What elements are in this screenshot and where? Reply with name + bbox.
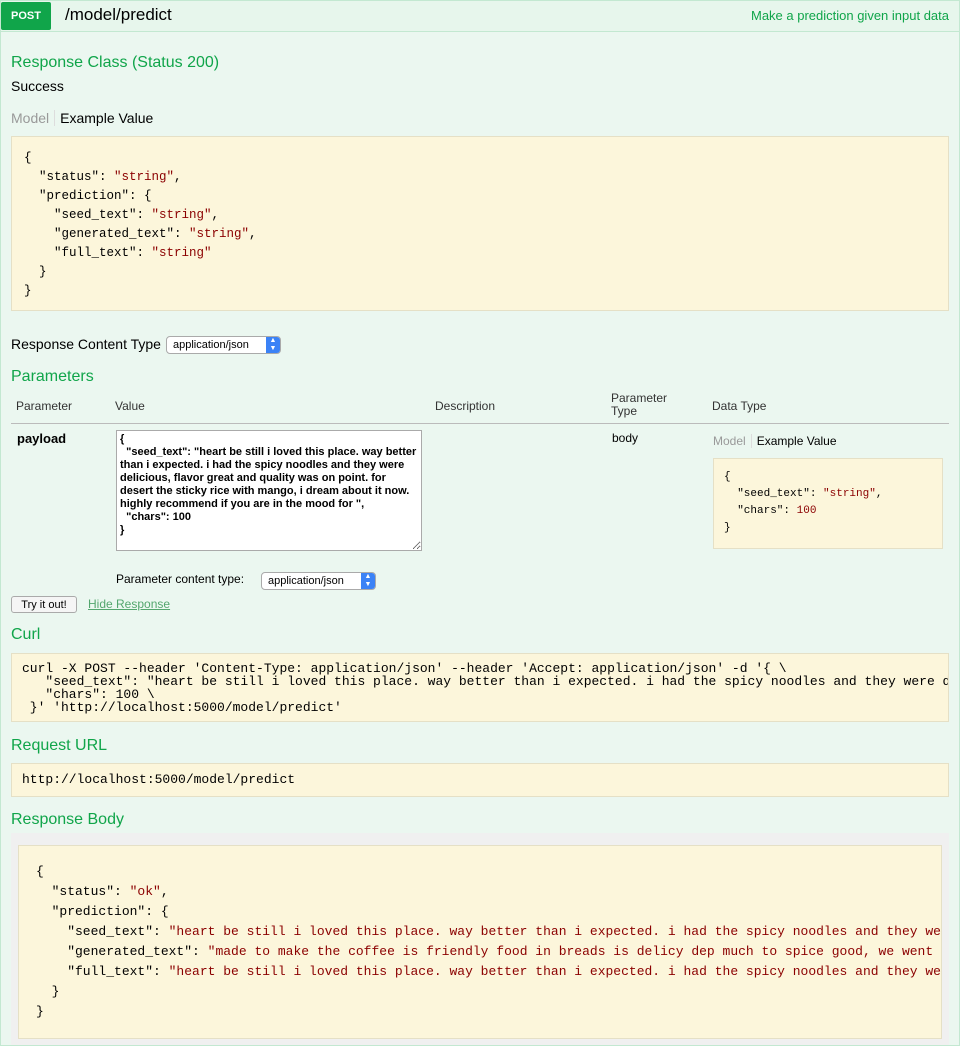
body-line: "generated_text": "made to make the coff…: [36, 944, 934, 959]
example-value-tab[interactable]: Example Value: [55, 110, 153, 126]
schema-line: "generated_text": "string",: [24, 227, 257, 241]
example-line: "chars": 100: [724, 505, 817, 517]
response-schema-example[interactable]: { "status": "string", "prediction": { "s…: [11, 136, 949, 311]
operation-panel: POST /model/predict Make a prediction gi…: [0, 0, 960, 1046]
body-line: "prediction": {: [36, 904, 169, 919]
response-content-type-select[interactable]: application/json ▲ ▼: [166, 336, 281, 354]
model-tab[interactable]: Model: [11, 110, 56, 126]
example-line: {: [724, 471, 731, 483]
full-text-value: "heart be still i loved this place. way …: [168, 964, 941, 979]
column-header-parameter-type: Parameter Type: [611, 391, 668, 418]
body-line: "status": "ok",: [36, 884, 169, 899]
example-line: }: [724, 522, 731, 534]
endpoint-summary[interactable]: Make a prediction given input data: [751, 8, 949, 23]
response-content-type-label: Response Content Type: [11, 336, 161, 352]
response-body-title: Response Body: [11, 811, 124, 828]
param-content-type-select[interactable]: application/json ▲ ▼: [261, 572, 376, 590]
operation-heading[interactable]: POST /model/predict Make a prediction gi…: [1, 1, 959, 32]
curl-title: Curl: [11, 626, 41, 643]
column-header-value: Value: [115, 399, 145, 413]
param-content-type-label: Parameter content type:: [116, 572, 245, 586]
curl-command[interactable]: curl -X POST --header 'Content-Type: app…: [11, 653, 949, 722]
param-example-value-tab[interactable]: Example Value: [752, 434, 837, 448]
hide-response-link[interactable]: Hide Response: [88, 597, 170, 611]
schema-line: "prediction": {: [24, 189, 152, 203]
generated-text-value: "made to make the coffee is friendly foo…: [207, 944, 934, 959]
endpoint-path[interactable]: /model/predict: [65, 5, 172, 25]
schema-line: }: [24, 284, 32, 298]
seed-text-value: "heart be still i loved this place. way …: [168, 924, 941, 939]
body-line: }: [36, 1004, 44, 1019]
param-model-tab[interactable]: Model: [713, 434, 752, 448]
request-url-title: Request URL: [11, 737, 108, 754]
schema-line: {: [24, 151, 32, 165]
example-line: "seed_text": "string",: [724, 488, 883, 500]
selected-value: application/json: [268, 575, 344, 587]
request-url-value[interactable]: http://localhost:5000/model/predict: [11, 763, 949, 797]
column-header-description: Description: [435, 399, 496, 413]
body-line: "full_text": "heart be still i loved thi…: [36, 964, 941, 979]
schema-line: "seed_text": "string",: [24, 208, 220, 222]
column-header-data-type: Data Type: [712, 399, 767, 413]
response-body[interactable]: { "status": "ok", "prediction": { "seed_…: [18, 845, 942, 1039]
table-header-divider: [11, 423, 949, 424]
schema-line: "full_text": "string": [24, 246, 212, 260]
response-body-wrapper: { "status": "ok", "prediction": { "seed_…: [11, 833, 949, 1045]
parameter-type-value: body: [612, 431, 639, 445]
http-method-badge[interactable]: POST: [1, 2, 51, 30]
response-model-tabs: Model Example Value: [11, 110, 153, 126]
schema-line: "status": "string",: [24, 170, 182, 184]
response-class-title: Response Class (Status 200): [11, 54, 220, 71]
body-line: {: [36, 864, 44, 879]
payload-textarea[interactable]: { "seed_text": "heart be still i loved t…: [116, 430, 422, 551]
selected-value: application/json: [173, 339, 249, 351]
status-value: "ok": [129, 884, 161, 899]
try-it-out-button[interactable]: Try it out!: [11, 596, 77, 613]
body-line: }: [36, 984, 60, 999]
response-status-text: Success: [11, 78, 64, 94]
schema-line: }: [24, 265, 47, 279]
body-line: "seed_text": "heart be still i loved thi…: [36, 924, 941, 939]
param-model-tabs: Model Example Value: [713, 434, 837, 448]
parameters-title: Parameters: [11, 368, 94, 385]
select-arrows-icon: ▲ ▼: [361, 573, 375, 589]
param-example-box[interactable]: { "seed_text": "string", "chars": 100 }: [713, 458, 943, 549]
parameter-name: payload: [17, 431, 67, 446]
select-arrows-icon: ▲ ▼: [266, 337, 280, 353]
column-header-parameter: Parameter: [16, 399, 73, 413]
